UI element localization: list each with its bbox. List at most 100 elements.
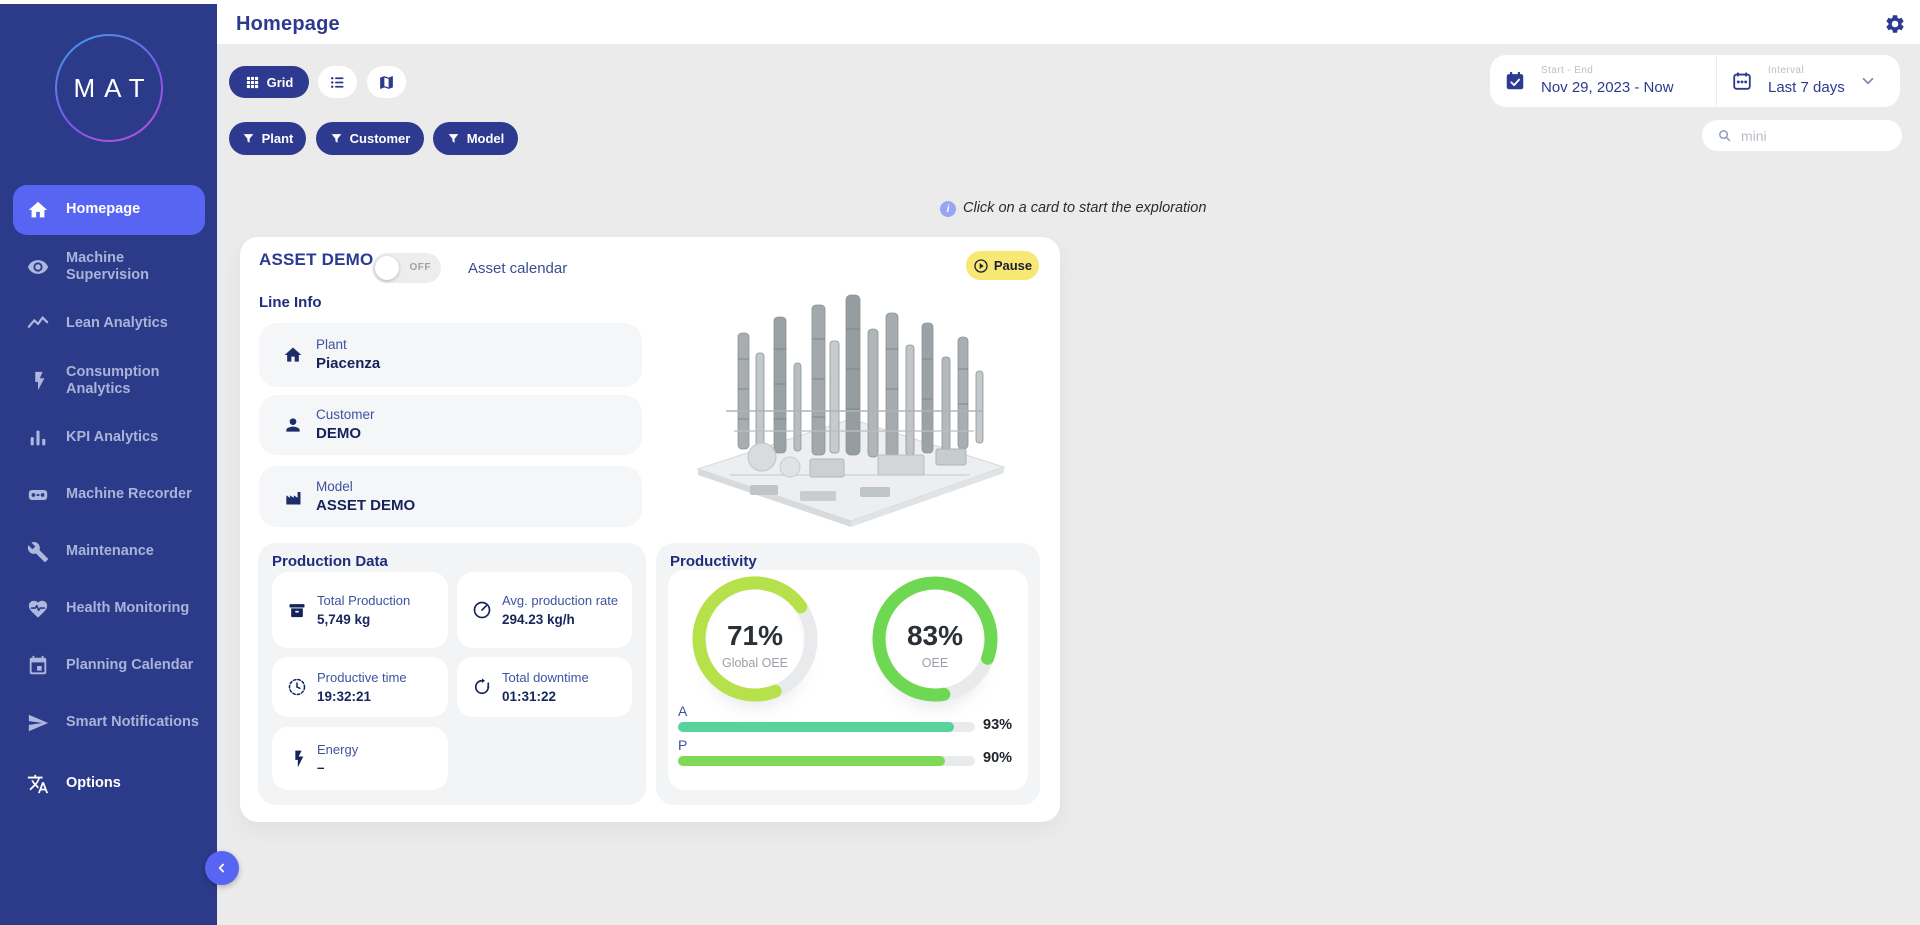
home-icon: [283, 345, 303, 365]
filter-customer-button[interactable]: Customer: [316, 122, 424, 155]
interval-label: Interval: [1768, 65, 1845, 76]
filter-plant-button[interactable]: Plant: [229, 122, 306, 155]
sidebar-item-options[interactable]: Options: [13, 759, 205, 809]
sidebar-item-consumption-analytics[interactable]: Consumption Analytics: [13, 356, 205, 406]
sidebar-item-maintenance[interactable]: Maintenance: [13, 527, 205, 577]
bar-p-fill: [678, 756, 945, 766]
asset-calendar-toggle[interactable]: OFF: [372, 253, 441, 283]
tile-avg-production-rate[interactable]: Avg. production rate 294.23 kg/h: [457, 572, 632, 648]
toggle-knob: [375, 256, 399, 280]
header: Homepage: [217, 4, 1920, 44]
filter-label: Customer: [350, 131, 411, 146]
exploration-hint: Click on a card to start the exploration: [963, 200, 1206, 216]
tile-value: 19:32:21: [317, 689, 439, 704]
asset-card[interactable]: ASSET DEMO OFF Asset calendar Pause Line…: [240, 237, 1060, 822]
date-range-picker[interactable]: Start - End Nov 29, 2023 - Now: [1490, 55, 1717, 107]
play-circle-icon: [973, 258, 989, 274]
gauge-oee: 83% OEE: [870, 574, 1000, 704]
filter-model-button[interactable]: Model: [433, 122, 518, 155]
bar-chart-icon: [27, 427, 49, 449]
sidebar-item-planning-calendar[interactable]: Planning Calendar: [13, 641, 205, 691]
tile-label: Total Production: [317, 593, 439, 609]
trend-line-icon: [27, 313, 49, 335]
asset-card-title: ASSET DEMO: [259, 250, 373, 270]
line-info-label: Customer: [316, 407, 375, 422]
toggle-state-label: OFF: [410, 262, 432, 273]
tile-productive-time[interactable]: Productive time 19:32:21: [272, 657, 448, 717]
sidebar-item-lean-analytics[interactable]: Lean Analytics: [13, 299, 205, 349]
chevron-down-icon: [1859, 72, 1877, 90]
tile-value: –: [317, 760, 439, 775]
funnel-icon: [242, 132, 255, 145]
interval-select[interactable]: Interval Last 7 days: [1717, 55, 1900, 107]
sidebar-collapse-button[interactable]: [205, 851, 239, 885]
pause-label: Pause: [994, 258, 1032, 273]
page-title: Homepage: [236, 13, 340, 36]
sidebar-item-homepage[interactable]: Homepage: [13, 185, 205, 235]
sidebar-item-kpi-analytics[interactable]: KPI Analytics: [13, 413, 205, 463]
downtime-icon: [472, 677, 492, 697]
funnel-icon: [330, 132, 343, 145]
sidebar-item-label: Planning Calendar: [66, 657, 205, 674]
line-info-row-model[interactable]: Model ASSET DEMO: [259, 466, 642, 527]
sidebar-item-label: Smart Notifications: [66, 714, 205, 731]
production-data-panel: Production Data Total Production 5,749 k…: [258, 543, 646, 805]
tile-label: Total downtime: [502, 670, 624, 686]
line-info-label: Model: [316, 479, 415, 494]
date-range-label: Start - End: [1541, 65, 1674, 76]
view-map-button[interactable]: [367, 66, 406, 98]
sidebar-item-machine-recorder[interactable]: Machine Recorder: [13, 470, 205, 520]
sidebar-item-label: Lean Analytics: [66, 315, 205, 332]
date-range-panel: Start - End Nov 29, 2023 - Now Interval …: [1490, 55, 1900, 107]
sidebar: MAT Homepage Machine Supervision Lean An…: [0, 4, 217, 925]
tile-value: 01:31:22: [502, 689, 624, 704]
line-info-value: DEMO: [316, 425, 361, 442]
gauge-icon: [472, 600, 492, 620]
line-info-row-customer[interactable]: Customer DEMO: [259, 395, 642, 455]
tile-label: Avg. production rate: [502, 593, 624, 609]
sidebar-item-health-monitoring[interactable]: Health Monitoring: [13, 584, 205, 634]
settings-gear-icon[interactable]: [1884, 13, 1906, 35]
tile-total-downtime[interactable]: Total downtime 01:31:22: [457, 657, 632, 717]
line-info-row-plant[interactable]: Plant Piacenza: [259, 323, 642, 387]
home-icon: [27, 199, 49, 221]
sidebar-item-label: Options: [66, 775, 205, 792]
tile-energy[interactable]: Energy –: [272, 727, 448, 790]
interval-value: Last 7 days: [1768, 79, 1845, 96]
brand-logo: MAT: [55, 34, 163, 142]
tile-total-production[interactable]: Total Production 5,749 kg: [272, 572, 448, 648]
search-box: [1702, 120, 1902, 151]
sidebar-item-label: KPI Analytics: [66, 429, 205, 446]
filter-label: Model: [467, 131, 505, 146]
asset-calendar-label: Asset calendar: [468, 260, 567, 277]
clock-dashed-icon: [287, 677, 307, 697]
package-icon: [287, 600, 307, 620]
chevron-left-icon: [215, 861, 229, 875]
gauge-label: OEE: [870, 656, 1000, 670]
search-input[interactable]: [1741, 128, 1891, 144]
factory-illustration: [690, 289, 1012, 529]
send-icon: [27, 712, 49, 734]
sidebar-item-label: Homepage: [66, 201, 205, 218]
energy-icon: [287, 749, 307, 769]
eye-icon: [27, 256, 49, 278]
sidebar-item-label: Maintenance: [66, 543, 205, 560]
recorder-icon: [27, 484, 49, 506]
sidebar-item-machine-supervision[interactable]: Machine Supervision: [13, 242, 205, 292]
filter-label: Plant: [262, 131, 294, 146]
search-icon: [1717, 128, 1732, 143]
productivity-card: 71% Global OEE 83% OEE A 93%: [668, 570, 1028, 790]
funnel-icon: [447, 132, 460, 145]
view-list-button[interactable]: [318, 66, 357, 98]
bar-p-label: P: [678, 737, 687, 753]
wrench-icon: [27, 541, 49, 563]
heart-pulse-icon: [27, 598, 49, 620]
view-grid-button[interactable]: Grid: [229, 66, 309, 98]
sidebar-item-smart-notifications[interactable]: Smart Notifications: [13, 698, 205, 748]
gauge-label: Global OEE: [690, 656, 820, 670]
bar-p-percent: 90%: [983, 750, 1012, 766]
pause-button[interactable]: Pause: [966, 251, 1039, 280]
tile-value: 294.23 kg/h: [502, 612, 624, 627]
translate-icon: [27, 773, 49, 795]
calendar-icon: [27, 655, 49, 677]
